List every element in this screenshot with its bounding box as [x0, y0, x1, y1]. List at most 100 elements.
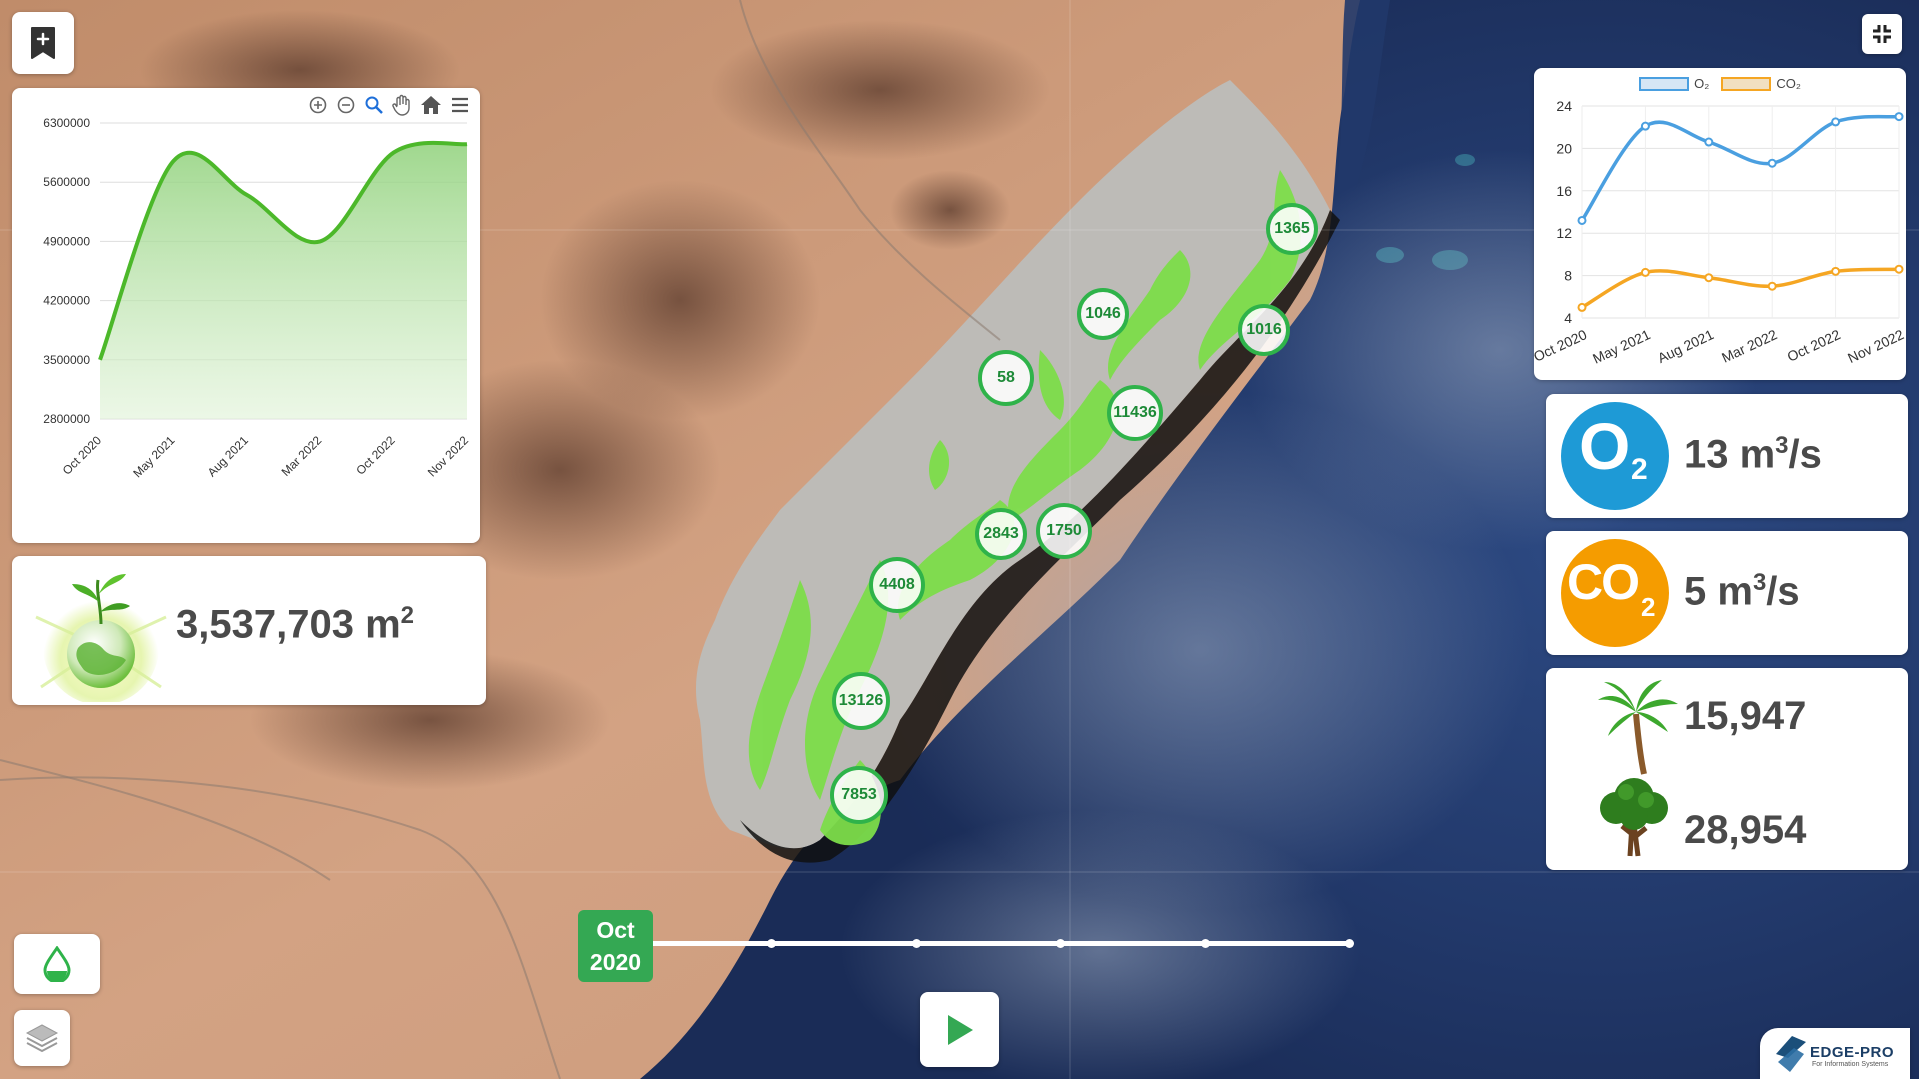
area-fill — [100, 142, 467, 419]
palm-count: 15,947 — [1684, 694, 1807, 738]
play-button[interactable] — [920, 992, 999, 1067]
y-tick-label: 4200000 — [43, 294, 90, 308]
y-tick-label: 24 — [1556, 98, 1572, 114]
y-tick-label: 2800000 — [43, 412, 90, 426]
cluster-marker[interactable]: 7853 — [830, 766, 888, 824]
x-tick-label: Oct 2020 — [60, 433, 105, 478]
timeline-step[interactable] — [911, 939, 921, 948]
x-tick-label: Nov 2022 — [1845, 326, 1906, 366]
co2-unit-sup: 3 — [1752, 569, 1767, 596]
brand-tagline: For Information Systems — [1812, 1061, 1889, 1068]
play-icon — [947, 1014, 973, 1045]
o2-icon-sub: 2 — [1631, 453, 1648, 486]
timeline-year: 2020 — [589, 949, 642, 975]
bookmark-add-icon — [31, 27, 55, 59]
tree-count: 28,954 — [1684, 808, 1807, 852]
cluster-marker[interactable]: 58 — [978, 350, 1034, 406]
y-tick-label: 4 — [1564, 310, 1572, 326]
o2-unit-sup: 3 — [1775, 432, 1789, 459]
data-point — [1704, 273, 1714, 283]
line-chart: 4 8 12 16 20 24 Oct 2020 May 2021 Aug 2021 Mar 20… — [1534, 98, 1906, 367]
o2-unit-rest: /s — [1788, 432, 1822, 477]
y-tick-label: 3500000 — [43, 353, 90, 367]
cluster-marker[interactable]: 1046 — [1077, 288, 1129, 340]
trees-card: 15,947 28,954 — [1546, 668, 1908, 870]
x-tick-label: Mar 2022 — [279, 433, 325, 479]
line-chart-panel: O₂ CO₂ 4 8 12 16 20 24 Oct 2020 May 2021 Aug 202… — [1534, 68, 1906, 380]
y-tick-label: 8 — [1564, 268, 1572, 284]
cluster-marker[interactable]: 11436 — [1107, 385, 1163, 441]
exit-fullscreen-button[interactable] — [1862, 14, 1902, 54]
co2-icon-symbol: CO — [1567, 554, 1640, 610]
data-point — [1894, 112, 1904, 122]
timeline-handle[interactable]: Oct 2020 — [578, 910, 653, 982]
y-tick-label: 12 — [1556, 225, 1572, 241]
co2-icon: CO 2 — [1561, 539, 1669, 647]
data-point — [1831, 117, 1841, 127]
area-chart-panel: 2800000 3500000 4200000 4900000 5600000 63000… — [12, 88, 480, 543]
cluster-marker[interactable]: 1750 — [1036, 503, 1092, 559]
o2-value: 13 m3/s — [1684, 432, 1822, 477]
co2-icon-sub: 2 — [1641, 592, 1656, 622]
water-layer-button[interactable] — [14, 934, 100, 994]
y-tick-label: 16 — [1556, 183, 1572, 199]
cluster-marker[interactable]: 1016 — [1238, 304, 1290, 356]
layers-icon — [25, 1024, 59, 1053]
x-tick-label: Mar 2022 — [1719, 326, 1780, 366]
timeline-step[interactable] — [1345, 939, 1354, 948]
exit-fullscreen-icon — [1873, 25, 1891, 43]
series-line — [1580, 114, 1900, 222]
x-tick-label: Oct 2022 — [1785, 326, 1843, 365]
x-tick-label: Aug 2021 — [205, 433, 251, 479]
cluster-marker[interactable]: 4408 — [869, 557, 925, 613]
cluster-count: 58 — [997, 369, 1015, 386]
data-point — [1577, 215, 1587, 225]
x-tick-label: Oct 2022 — [353, 433, 398, 478]
o2-value-text: 13 m — [1684, 432, 1776, 477]
cluster-marker[interactable]: 13126 — [832, 672, 890, 730]
tree-icon — [1600, 778, 1668, 857]
timeline-step[interactable] — [1200, 939, 1210, 948]
cluster-count: 1046 — [1085, 305, 1121, 322]
cluster-count: 1016 — [1246, 321, 1282, 338]
o2-icon-symbol: O — [1579, 409, 1631, 483]
y-tick-label: 6300000 — [43, 116, 90, 130]
x-tick-label: Oct 2020 — [1534, 326, 1589, 365]
data-point — [1831, 266, 1841, 276]
edge-pro-logo-icon — [1776, 1036, 1806, 1072]
cluster-count: 1365 — [1274, 220, 1310, 237]
palm-tree-icon — [1598, 680, 1678, 775]
data-point — [1640, 121, 1650, 131]
cluster-count: 2843 — [983, 525, 1019, 542]
y-tick-label: 20 — [1556, 140, 1572, 156]
timeline-track[interactable] — [612, 941, 1352, 946]
area-unit-sup: 2 — [400, 602, 414, 629]
data-point — [1767, 281, 1777, 291]
y-tick-label: 4900000 — [43, 234, 90, 248]
earth-plant-icon — [35, 574, 167, 702]
x-tick-label: Nov 2022 — [425, 433, 471, 479]
co2-unit-rest: /s — [1766, 569, 1800, 614]
cluster-marker[interactable]: 2843 — [975, 508, 1027, 560]
o2-card: O 2 13 m3/s — [1546, 394, 1908, 518]
o2-icon: O 2 — [1561, 402, 1669, 510]
data-point — [1577, 302, 1587, 312]
data-point — [1704, 137, 1714, 147]
data-point — [1640, 267, 1650, 277]
area-value: 3,537,703 m2 — [176, 602, 414, 647]
series-line — [1581, 267, 1900, 309]
water-drop-icon — [43, 946, 71, 982]
co2-card: CO 2 5 m3/s — [1546, 531, 1908, 655]
data-point — [1894, 264, 1904, 274]
co2-value: 5 m3/s — [1684, 569, 1800, 614]
cluster-count: 7853 — [841, 786, 877, 803]
cluster-marker[interactable]: 1365 — [1266, 203, 1318, 255]
co2-value-text: 5 m — [1684, 569, 1753, 614]
cluster-count: 11436 — [1113, 404, 1157, 421]
x-tick-label: Aug 2021 — [1655, 326, 1716, 366]
layers-button[interactable] — [14, 1010, 70, 1066]
add-bookmark-button[interactable] — [12, 12, 74, 74]
x-tick-label: May 2021 — [130, 433, 177, 480]
cluster-count: 4408 — [879, 576, 915, 593]
x-tick-label: May 2021 — [1590, 326, 1653, 367]
